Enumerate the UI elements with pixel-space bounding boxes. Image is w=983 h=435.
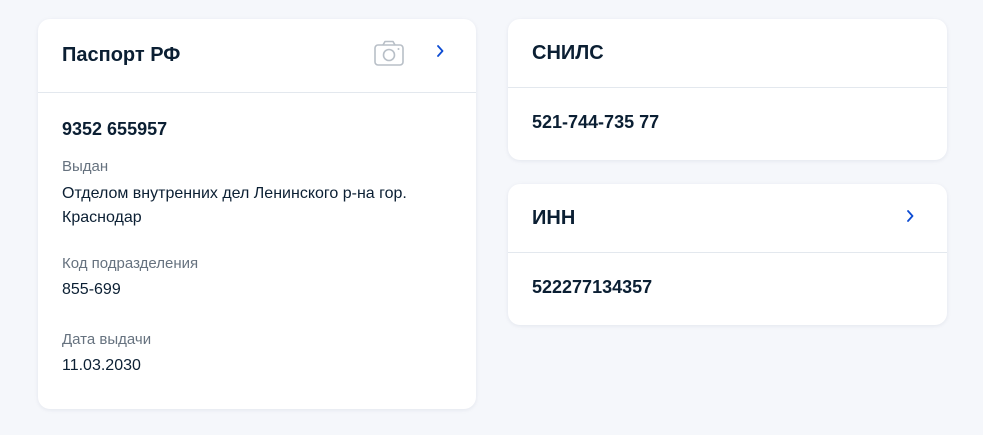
snils-card-body: 521-744-735 77 bbox=[508, 110, 947, 134]
inn-card-header[interactable]: ИНН bbox=[508, 184, 947, 253]
snils-card-header: СНИЛС bbox=[508, 19, 947, 88]
chevron-right-icon[interactable] bbox=[432, 43, 448, 59]
snils-number: 521-744-735 77 bbox=[532, 112, 660, 132]
passport-card-header[interactable]: Паспорт РФ bbox=[38, 19, 476, 93]
inn-number: 522277134357 bbox=[532, 277, 653, 297]
inn-card-body: 522277134357 bbox=[508, 275, 947, 299]
dept-code-label: Код подразделения bbox=[62, 255, 199, 272]
issued-label: Выдан bbox=[62, 158, 109, 175]
issue-date-label: Дата выдачи bbox=[62, 331, 152, 348]
issue-date-value: 11.03.2030 bbox=[62, 357, 141, 374]
snils-title: СНИЛС bbox=[532, 41, 604, 64]
chevron-right-icon[interactable] bbox=[902, 208, 918, 224]
issued-value: Отделом внутренних дел Ленинского р-на г… bbox=[62, 185, 407, 226]
camera-icon[interactable] bbox=[374, 40, 404, 66]
dept-code-value: 855-699 bbox=[62, 281, 121, 298]
passport-card-body: 9352 655957 Выдан Отделом внутренних дел… bbox=[38, 117, 476, 378]
inn-card: ИНН 522277134357 bbox=[508, 184, 947, 325]
inn-title: ИНН bbox=[532, 206, 576, 229]
passport-number: 9352 655957 bbox=[62, 119, 168, 139]
snils-card: СНИЛС 521-744-735 77 bbox=[508, 19, 947, 160]
passport-card: Паспорт РФ 9352 655957 Выдан Отделом вну… bbox=[38, 19, 476, 409]
